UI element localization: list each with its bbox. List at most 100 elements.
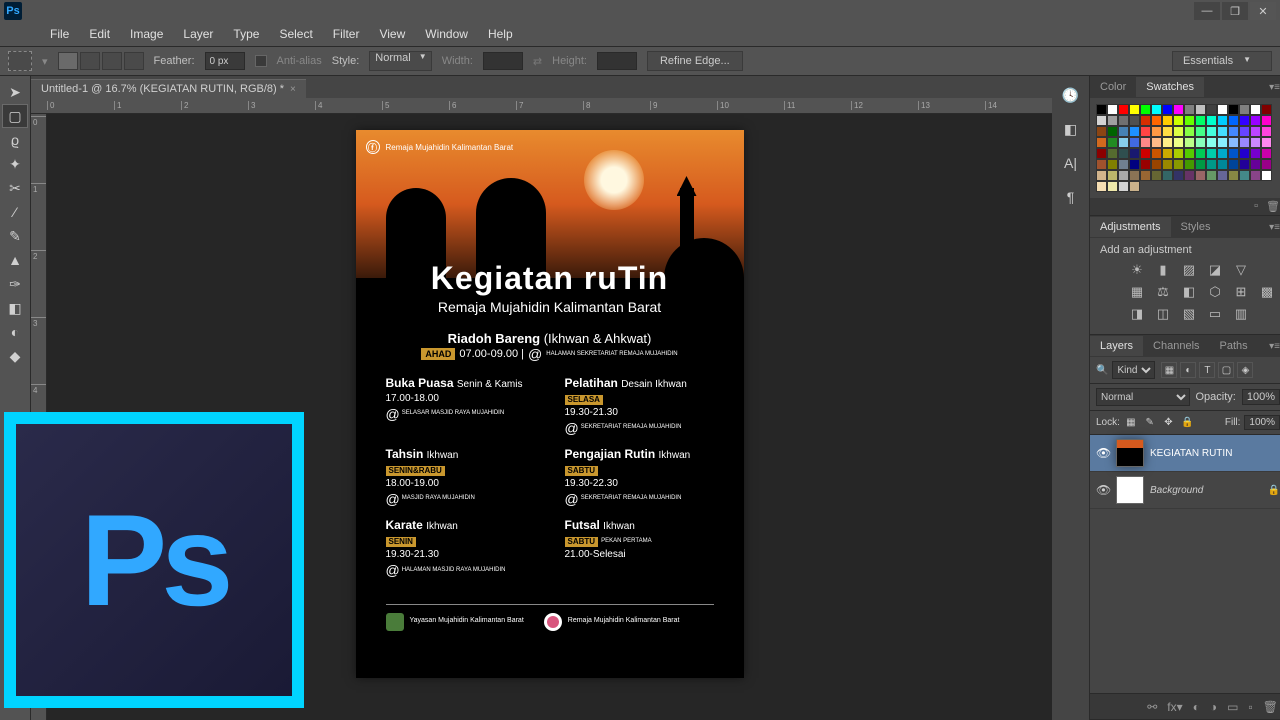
hue-icon[interactable]: ▦ <box>1128 284 1146 300</box>
swatch[interactable] <box>1118 170 1129 181</box>
swatch[interactable] <box>1140 148 1151 159</box>
history-brush-tool[interactable]: ✑ <box>2 272 28 296</box>
swatch[interactable] <box>1217 126 1228 137</box>
swatch[interactable] <box>1195 115 1206 126</box>
lut-icon[interactable]: ▩ <box>1258 284 1276 300</box>
marquee-tool[interactable]: ▢ <box>2 104 28 128</box>
menu-type[interactable]: Type <box>223 23 269 45</box>
swatch[interactable] <box>1250 115 1261 126</box>
bucket-tool[interactable]: ◆ <box>2 344 28 368</box>
visibility-icon[interactable]: 👁 <box>1096 446 1110 460</box>
swatch[interactable] <box>1228 115 1239 126</box>
swatch[interactable] <box>1129 159 1140 170</box>
bw-icon[interactable]: ◧ <box>1180 284 1198 300</box>
swatch[interactable] <box>1184 159 1195 170</box>
swatch[interactable] <box>1239 159 1250 170</box>
swatch[interactable] <box>1118 159 1129 170</box>
swatch[interactable] <box>1162 126 1173 137</box>
swatch[interactable] <box>1206 159 1217 170</box>
layers-tab[interactable]: Layers <box>1090 336 1143 356</box>
swatch[interactable] <box>1162 148 1173 159</box>
swatch[interactable] <box>1228 126 1239 137</box>
swatch[interactable] <box>1107 148 1118 159</box>
swatch[interactable] <box>1228 148 1239 159</box>
swatch[interactable] <box>1129 115 1140 126</box>
filter-smart-icon[interactable]: ◈ <box>1237 362 1253 378</box>
swatch[interactable] <box>1107 170 1118 181</box>
swatch[interactable] <box>1173 159 1184 170</box>
swatch[interactable] <box>1173 137 1184 148</box>
filter-pixel-icon[interactable]: ▦ <box>1161 362 1177 378</box>
swatch[interactable] <box>1217 170 1228 181</box>
swatch[interactable] <box>1250 104 1261 115</box>
menu-filter[interactable]: Filter <box>323 23 370 45</box>
paths-tab[interactable]: Paths <box>1210 336 1258 356</box>
swatch[interactable] <box>1140 104 1151 115</box>
fx-icon[interactable]: fx▾ <box>1167 700 1182 714</box>
vibrance-icon[interactable]: ▽ <box>1232 262 1250 278</box>
swatch[interactable] <box>1239 115 1250 126</box>
mixer-icon[interactable]: ⊞ <box>1232 284 1250 300</box>
gradient-map-icon[interactable]: ▭ <box>1206 306 1224 322</box>
swatch[interactable] <box>1107 104 1118 115</box>
swatch[interactable] <box>1140 126 1151 137</box>
swatch[interactable] <box>1107 137 1118 148</box>
swatches-dock-icon[interactable]: ◧ <box>1060 118 1082 140</box>
swatch[interactable] <box>1129 170 1140 181</box>
swatch[interactable] <box>1206 115 1217 126</box>
swatch[interactable] <box>1239 148 1250 159</box>
opacity-value[interactable]: 100% <box>1242 389 1280 405</box>
swatch[interactable] <box>1173 148 1184 159</box>
curves-icon[interactable]: ▨ <box>1180 262 1198 278</box>
swatch[interactable] <box>1162 104 1173 115</box>
swatch[interactable] <box>1261 104 1272 115</box>
swatch[interactable] <box>1206 148 1217 159</box>
swatches-grid[interactable] <box>1090 98 1280 198</box>
swatch[interactable] <box>1239 137 1250 148</box>
balance-icon[interactable]: ⚖ <box>1154 284 1172 300</box>
swatch[interactable] <box>1140 137 1151 148</box>
panel-menu-icon[interactable]: ▾≡ <box>1263 82 1280 93</box>
swatch[interactable] <box>1096 159 1107 170</box>
dodge-tool[interactable]: ◐ <box>2 320 28 344</box>
swatch[interactable] <box>1184 137 1195 148</box>
swatch[interactable] <box>1184 126 1195 137</box>
swatch[interactable] <box>1096 115 1107 126</box>
swatch[interactable] <box>1195 126 1206 137</box>
filter-type-icon[interactable]: T <box>1199 362 1215 378</box>
menu-image[interactable]: Image <box>120 23 173 45</box>
swatch[interactable] <box>1096 126 1107 137</box>
styles-tab[interactable]: Styles <box>1171 217 1221 237</box>
visibility-icon[interactable]: 👁 <box>1096 483 1110 497</box>
swatch[interactable] <box>1217 159 1228 170</box>
threshold-icon[interactable]: ▧ <box>1180 306 1198 322</box>
swatch[interactable] <box>1129 126 1140 137</box>
swatch[interactable] <box>1239 104 1250 115</box>
swatch[interactable] <box>1096 148 1107 159</box>
paragraph-icon[interactable]: ¶ <box>1060 186 1082 208</box>
brush-tool[interactable]: ✎ <box>2 224 28 248</box>
swatch[interactable] <box>1184 104 1195 115</box>
swatch[interactable] <box>1162 115 1173 126</box>
gradient-tool[interactable]: ◧ <box>2 296 28 320</box>
feather-input[interactable] <box>205 52 245 70</box>
swatch[interactable] <box>1261 126 1272 137</box>
swatch[interactable] <box>1184 170 1195 181</box>
swatch[interactable] <box>1239 126 1250 137</box>
swatch[interactable] <box>1195 148 1206 159</box>
menu-select[interactable]: Select <box>269 23 322 45</box>
refine-edge-button[interactable]: Refine Edge... <box>647 51 743 71</box>
blend-mode-select[interactable]: Normal <box>1096 388 1190 406</box>
lock-paint-icon[interactable]: ✎ <box>1143 416 1157 430</box>
swatch[interactable] <box>1129 148 1140 159</box>
swatch[interactable] <box>1228 104 1239 115</box>
swatch[interactable] <box>1228 159 1239 170</box>
swatch[interactable] <box>1129 181 1140 192</box>
swatch[interactable] <box>1261 148 1272 159</box>
swatch[interactable] <box>1129 104 1140 115</box>
levels-icon[interactable]: ▮ <box>1154 262 1172 278</box>
swatch[interactable] <box>1162 159 1173 170</box>
swatch[interactable] <box>1107 159 1118 170</box>
swatch[interactable] <box>1173 170 1184 181</box>
swatch[interactable] <box>1195 104 1206 115</box>
